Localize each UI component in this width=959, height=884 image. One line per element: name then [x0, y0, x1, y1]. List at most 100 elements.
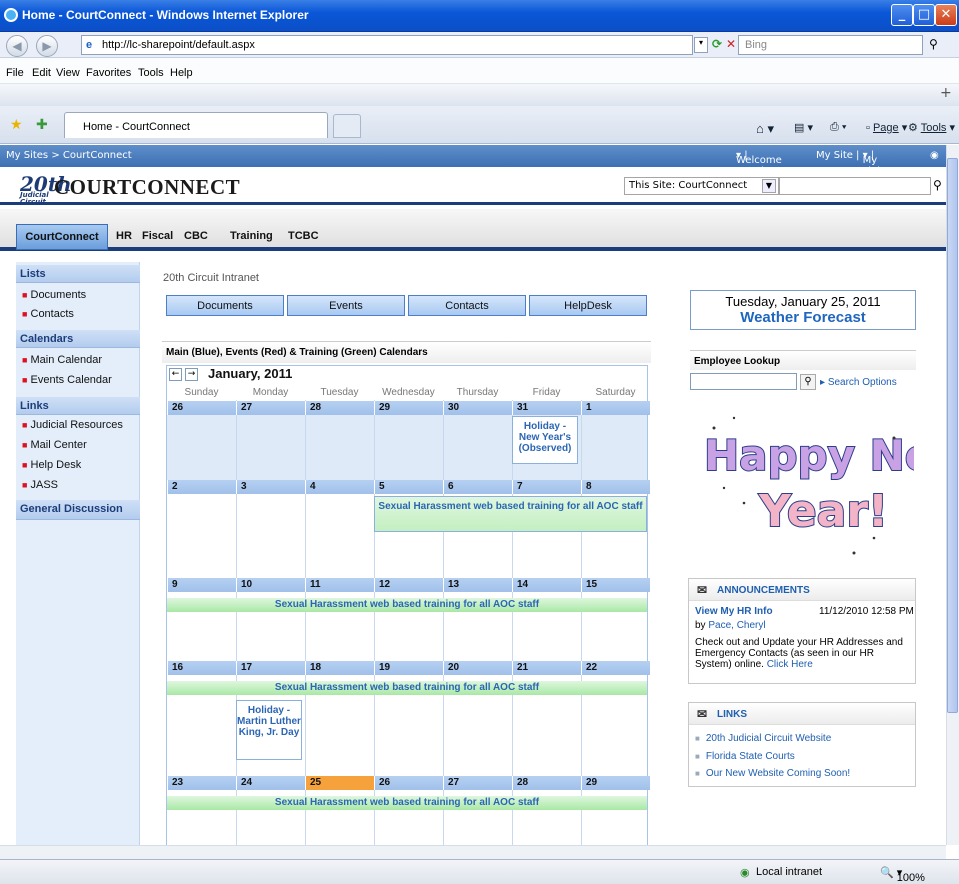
- day-number-today[interactable]: 25: [305, 776, 374, 790]
- menu-edit[interactable]: Edit: [32, 67, 51, 79]
- menu-file[interactable]: File: [6, 67, 24, 79]
- refresh-icon[interactable]: ⟳: [712, 37, 722, 51]
- search-options-link[interactable]: ▸ Search Options: [820, 377, 897, 388]
- weather-forecast-link[interactable]: Weather Forecast: [691, 309, 915, 326]
- close-button[interactable]: ✕: [935, 4, 957, 26]
- day-number[interactable]: 22: [581, 661, 650, 675]
- stop-icon[interactable]: ✕: [726, 37, 736, 51]
- home-icon[interactable]: ⌂ ▾: [756, 121, 774, 137]
- menu-help[interactable]: Help: [170, 67, 193, 79]
- nav-heading-general-discussion[interactable]: General Discussion: [16, 500, 140, 520]
- url-dropdown[interactable]: ▾: [694, 37, 708, 53]
- print-icon[interactable]: ⎙ ▾: [830, 121, 846, 134]
- back-button[interactable]: ◀: [6, 35, 28, 57]
- my-links-menu[interactable]: | My Links ▾ |: [856, 150, 888, 177]
- day-number[interactable]: 24: [236, 776, 305, 790]
- page-menu[interactable]: ▫ Page ▾: [866, 121, 907, 134]
- announcement-author[interactable]: Pace, Cheryl: [708, 620, 765, 631]
- day-number[interactable]: 17: [236, 661, 305, 675]
- nav-item-help-desk[interactable]: ■ Help Desk: [22, 459, 81, 471]
- search-icon[interactable]: ⚲: [800, 374, 816, 390]
- my-site-link[interactable]: My Site: [816, 150, 853, 161]
- day-number[interactable]: 27: [236, 401, 305, 415]
- day-number[interactable]: 10: [236, 578, 305, 592]
- day-number[interactable]: 29: [581, 776, 650, 790]
- day-number[interactable]: 1: [581, 401, 650, 415]
- scrollbar-thumb[interactable]: [947, 158, 958, 713]
- day-number[interactable]: 4: [305, 480, 374, 494]
- prev-month-button[interactable]: ←: [169, 368, 182, 381]
- menu-favorites[interactable]: Favorites: [86, 67, 131, 79]
- tab-training[interactable]: Training: [230, 230, 273, 242]
- day-number[interactable]: 26: [167, 401, 236, 415]
- tools-menu[interactable]: ⚙ Tools ▾: [908, 121, 955, 134]
- day-number[interactable]: 20: [443, 661, 512, 675]
- link-item[interactable]: ■ Our New Website Coming Soon!: [695, 768, 850, 779]
- day-number[interactable]: 7: [512, 480, 581, 494]
- welcome-menu[interactable]: Welcome cttech ▾ |: [736, 150, 782, 177]
- breadcrumb[interactable]: My Sites > CourtConnect: [6, 150, 132, 161]
- day-number[interactable]: 21: [512, 661, 581, 675]
- day-number[interactable]: 6: [443, 480, 512, 494]
- event-mlk-holiday[interactable]: Holiday - Martin Luther King, Jr. Day: [236, 700, 302, 760]
- day-number[interactable]: 19: [374, 661, 443, 675]
- new-tab-button[interactable]: [333, 114, 361, 138]
- day-number[interactable]: 28: [512, 776, 581, 790]
- link-item[interactable]: ■ Florida State Courts: [695, 751, 795, 762]
- helpdesk-button[interactable]: HelpDesk: [529, 295, 647, 316]
- day-number[interactable]: 14: [512, 578, 581, 592]
- announcement-link[interactable]: Click Here: [767, 659, 813, 670]
- day-number[interactable]: 13: [443, 578, 512, 592]
- day-number[interactable]: 8: [581, 480, 650, 494]
- nav-item-main-calendar[interactable]: ■ Main Calendar: [22, 354, 102, 366]
- day-number[interactable]: 3: [236, 480, 305, 494]
- nav-item-jass[interactable]: ■ JASS: [22, 479, 58, 491]
- day-number[interactable]: 9: [167, 578, 236, 592]
- nav-item-documents[interactable]: ■ Documents: [22, 289, 86, 301]
- tab-cbc[interactable]: CBC: [184, 230, 208, 242]
- tab-courtconnect[interactable]: CourtConnect: [16, 224, 108, 250]
- tab-fiscal[interactable]: Fiscal: [142, 230, 173, 242]
- add-icon[interactable]: +: [940, 85, 952, 101]
- day-number[interactable]: 29: [374, 401, 443, 415]
- tab-hr[interactable]: HR: [116, 230, 132, 242]
- link-item[interactable]: ■ 20th Judicial Circuit Website: [695, 733, 831, 744]
- nav-item-mail-center[interactable]: ■ Mail Center: [22, 439, 87, 451]
- day-number[interactable]: 26: [374, 776, 443, 790]
- feeds-icon[interactable]: ▤ ▾: [794, 121, 813, 134]
- site-search-input[interactable]: [779, 177, 931, 195]
- help-icon[interactable]: ◉: [930, 150, 939, 161]
- nav-heading-calendars[interactable]: Calendars: [16, 330, 140, 348]
- search-scope-select[interactable]: This Site: CourtConnect ▼: [624, 177, 779, 195]
- nav-item-contacts[interactable]: ■ Contacts: [22, 308, 74, 320]
- next-month-button[interactable]: →: [185, 368, 198, 381]
- contacts-button[interactable]: Contacts: [408, 295, 526, 316]
- bing-search-field[interactable]: Bing: [738, 35, 923, 55]
- site-title[interactable]: CourtConnect: [54, 175, 240, 200]
- horizontal-scrollbar[interactable]: [0, 845, 946, 859]
- day-number[interactable]: 31: [512, 401, 581, 415]
- day-number[interactable]: 5: [374, 480, 443, 494]
- tab-tcbc[interactable]: TCBC: [288, 230, 319, 242]
- day-number[interactable]: 30: [443, 401, 512, 415]
- nav-item-events-calendar[interactable]: ■ Events Calendar: [22, 374, 112, 386]
- day-number[interactable]: 12: [374, 578, 443, 592]
- day-number[interactable]: 27: [443, 776, 512, 790]
- day-number[interactable]: 28: [305, 401, 374, 415]
- zoom-level[interactable]: 🔍 100% ▾: [880, 866, 925, 884]
- event-new-years-holiday[interactable]: Holiday - New Year's (Observed): [512, 416, 578, 464]
- minimize-button[interactable]: _: [891, 4, 913, 26]
- day-number[interactable]: 2: [167, 480, 236, 494]
- nav-item-judicial-resources[interactable]: ■ Judicial Resources: [22, 419, 123, 431]
- menu-view[interactable]: View: [56, 67, 80, 79]
- event-training-week2[interactable]: Sexual Harassment web based training for…: [374, 496, 647, 532]
- day-number[interactable]: 23: [167, 776, 236, 790]
- forward-button[interactable]: ▶: [36, 35, 58, 57]
- events-button[interactable]: Events: [287, 295, 405, 316]
- announcement-title[interactable]: View My HR Info: [695, 606, 773, 617]
- event-training-week5[interactable]: Sexual Harassment web based training for…: [167, 796, 647, 810]
- add-favorite-icon[interactable]: ✚: [36, 117, 48, 133]
- day-number[interactable]: 16: [167, 661, 236, 675]
- day-number[interactable]: 18: [305, 661, 374, 675]
- site-search-icon[interactable]: ⚲: [933, 178, 942, 192]
